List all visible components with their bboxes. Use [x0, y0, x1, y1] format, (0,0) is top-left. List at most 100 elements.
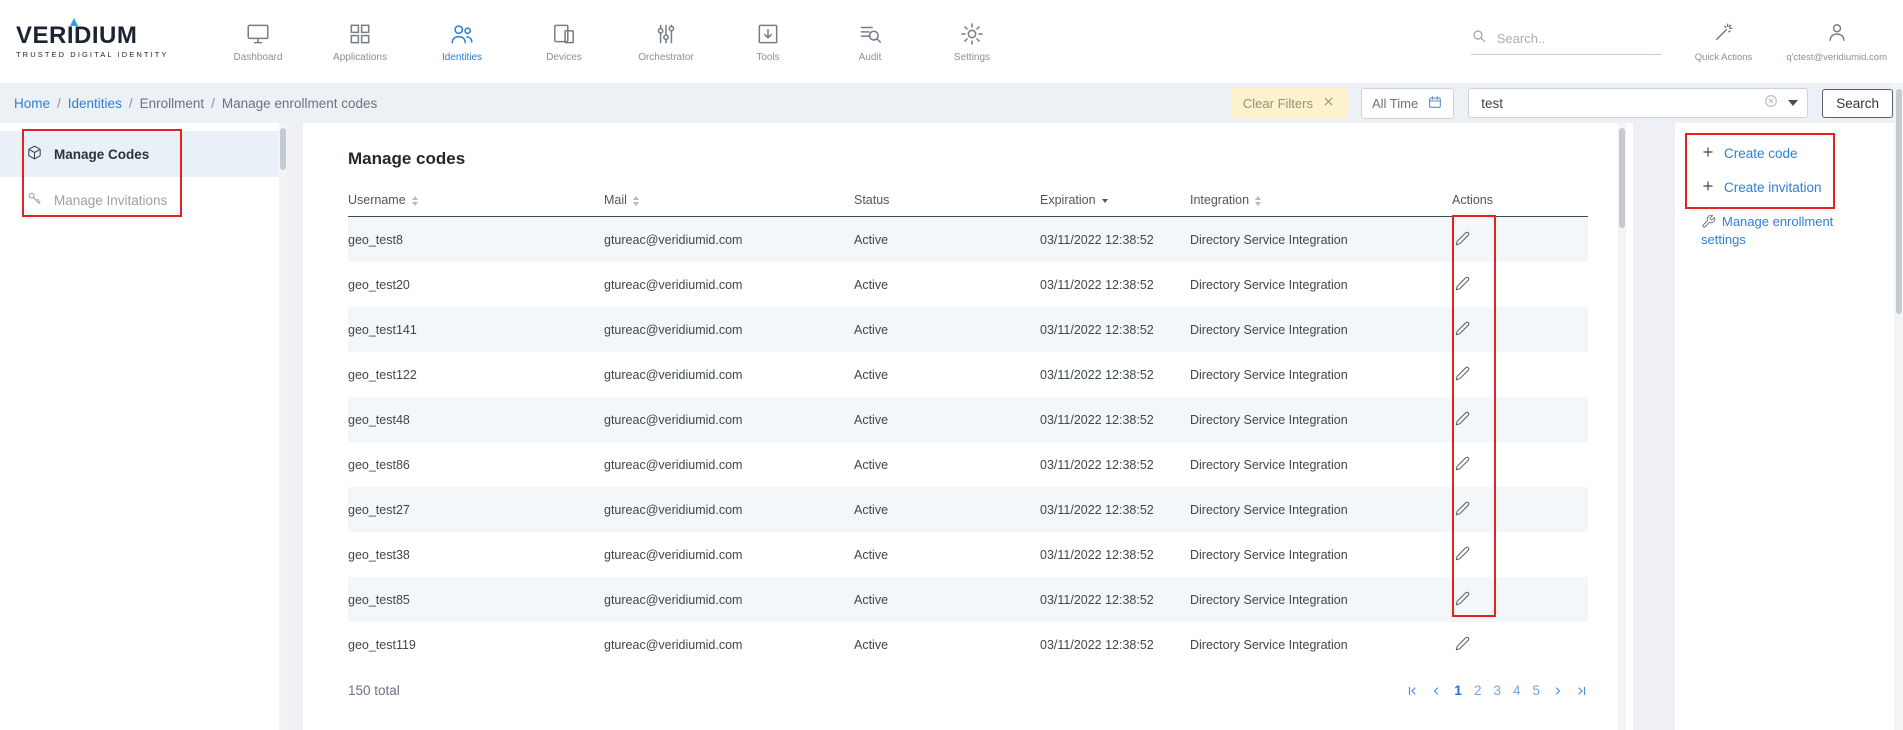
cell-mail: gtureac@veridiumid.com	[604, 397, 854, 442]
pagination-prev-icon[interactable]	[1430, 685, 1442, 697]
main-scrollbar[interactable]	[1618, 123, 1626, 730]
column-header-status[interactable]: Status	[854, 187, 1040, 217]
user-icon	[1826, 21, 1848, 48]
time-filter-button[interactable]: All Time	[1361, 88, 1454, 119]
edit-pencil-icon[interactable]	[1452, 275, 1473, 292]
top-header: VERIDIUM TRUSTED DIGITAL IDENTITY Dashbo…	[0, 0, 1903, 83]
nav-item-applications[interactable]: Applications	[324, 21, 396, 63]
filter-search-box	[1468, 88, 1808, 118]
cell-status: Active	[854, 397, 1040, 442]
table-header-row: Username Mail Status Expiration Integrat…	[348, 187, 1588, 217]
breadcrumb-identities[interactable]: Identities	[68, 96, 122, 111]
cell-username: geo_test48	[348, 397, 604, 442]
nav-item-audit[interactable]: Audit	[834, 21, 906, 63]
nav-item-label: Tools	[756, 52, 779, 63]
nav-item-tools[interactable]: Tools	[732, 21, 804, 63]
cell-mail: gtureac@veridiumid.com	[604, 352, 854, 397]
sort-icon	[1255, 196, 1261, 206]
cell-mail: gtureac@veridiumid.com	[604, 532, 854, 577]
main-nav: Dashboard Applications Identities Device…	[222, 21, 1008, 63]
dashboard-icon	[245, 21, 271, 47]
edit-pencil-icon[interactable]	[1452, 635, 1473, 652]
cell-mail: gtureac@veridiumid.com	[604, 577, 854, 622]
pagination-next-icon[interactable]	[1552, 685, 1564, 697]
cell-expiration: 03/11/2022 12:38:52	[1040, 352, 1190, 397]
edit-pencil-icon[interactable]	[1452, 365, 1473, 382]
create-code-label: Create code	[1724, 146, 1798, 161]
breadcrumb-separator: /	[129, 96, 133, 111]
settings-icon	[959, 21, 985, 47]
nav-item-orchestrator[interactable]: Orchestrator	[630, 21, 702, 63]
nav-item-label: Orchestrator	[638, 52, 694, 63]
pagination-last-icon[interactable]	[1576, 685, 1588, 697]
manage-codes-panel: Manage codes Username Mail Status Expira…	[303, 123, 1633, 730]
create-code-button[interactable]: Create code	[1701, 145, 1894, 162]
column-header-mail[interactable]: Mail	[604, 187, 854, 217]
column-label: Status	[854, 193, 889, 207]
table-row: geo_test48 gtureac@veridiumid.com Active…	[348, 397, 1588, 442]
time-filter-label: All Time	[1372, 96, 1418, 111]
edit-pencil-icon[interactable]	[1452, 590, 1473, 607]
clear-input-icon[interactable]	[1763, 93, 1779, 114]
table-row: geo_test141 gtureac@veridiumid.com Activ…	[348, 307, 1588, 352]
quick-actions-icon	[1713, 21, 1735, 48]
nav-item-dashboard[interactable]: Dashboard	[222, 21, 294, 63]
plus-icon	[1701, 179, 1715, 196]
close-icon[interactable]	[1322, 95, 1335, 111]
cube-icon	[26, 144, 43, 164]
codes-table: Username Mail Status Expiration Integrat…	[348, 187, 1588, 667]
global-search-input[interactable]	[1495, 30, 1645, 47]
sort-icon	[412, 196, 418, 206]
keys-icon	[26, 190, 43, 210]
create-invitation-button[interactable]: Create invitation	[1701, 179, 1894, 196]
cell-expiration: 03/11/2022 12:38:52	[1040, 622, 1190, 667]
edit-pencil-icon[interactable]	[1452, 545, 1473, 562]
cell-integration: Directory Service Integration	[1190, 397, 1452, 442]
manage-enrollment-settings-link[interactable]: Manage enrollment settings	[1701, 213, 1859, 248]
column-header-actions: Actions	[1452, 187, 1588, 217]
pagination-page-3[interactable]: 3	[1493, 683, 1501, 698]
search-button[interactable]: Search	[1822, 89, 1893, 118]
pagination-page-1[interactable]: 1	[1454, 683, 1462, 698]
user-menu[interactable]: q'ctest@veridiumid.com	[1786, 21, 1887, 63]
create-invitation-label: Create invitation	[1724, 180, 1822, 195]
breadcrumb-home[interactable]: Home	[14, 96, 50, 111]
sidebar-scrollbar[interactable]	[279, 123, 287, 730]
edit-pencil-icon[interactable]	[1452, 230, 1473, 247]
cell-username: geo_test8	[348, 217, 604, 263]
edit-pencil-icon[interactable]	[1452, 455, 1473, 472]
left-sidebar: Manage Codes Manage Invitations	[0, 123, 287, 730]
column-header-integration[interactable]: Integration	[1190, 187, 1452, 217]
cell-username: geo_test86	[348, 442, 604, 487]
cell-expiration: 03/11/2022 12:38:52	[1040, 577, 1190, 622]
wrench-icon	[1701, 214, 1716, 229]
chevron-down-icon[interactable]	[1788, 100, 1798, 106]
edit-pencil-icon[interactable]	[1452, 500, 1473, 517]
nav-item-identities[interactable]: Identities	[426, 21, 498, 63]
clear-filters-label: Clear Filters	[1243, 96, 1313, 111]
sidebar-item-manage-codes[interactable]: Manage Codes	[0, 131, 287, 177]
pagination-page-5[interactable]: 5	[1532, 683, 1540, 698]
pagination-page-4[interactable]: 4	[1513, 683, 1521, 698]
edit-pencil-icon[interactable]	[1452, 320, 1473, 337]
nav-item-settings[interactable]: Settings	[936, 21, 1008, 63]
filter-search-input[interactable]	[1479, 95, 1763, 112]
pagination-page-2[interactable]: 2	[1474, 683, 1482, 698]
cell-expiration: 03/11/2022 12:38:52	[1040, 307, 1190, 352]
column-header-username[interactable]: Username	[348, 187, 604, 217]
column-header-expiration[interactable]: Expiration	[1040, 187, 1190, 217]
pagination-first-icon[interactable]	[1406, 685, 1418, 697]
column-label: Expiration	[1040, 193, 1096, 207]
cell-integration: Directory Service Integration	[1190, 487, 1452, 532]
clear-filters-button[interactable]: Clear Filters	[1231, 88, 1347, 118]
cell-status: Active	[854, 217, 1040, 263]
cell-integration: Directory Service Integration	[1190, 307, 1452, 352]
cell-integration: Directory Service Integration	[1190, 622, 1452, 667]
column-label: Integration	[1190, 193, 1249, 207]
edit-pencil-icon[interactable]	[1452, 410, 1473, 427]
nav-item-devices[interactable]: Devices	[528, 21, 600, 63]
quick-actions-button[interactable]: Quick Actions	[1695, 21, 1753, 63]
sidebar-item-manage-invitations[interactable]: Manage Invitations	[0, 177, 287, 223]
header-right: Quick Actions q'ctest@veridiumid.com	[1471, 21, 1903, 63]
window-scrollbar[interactable]	[1894, 83, 1903, 730]
